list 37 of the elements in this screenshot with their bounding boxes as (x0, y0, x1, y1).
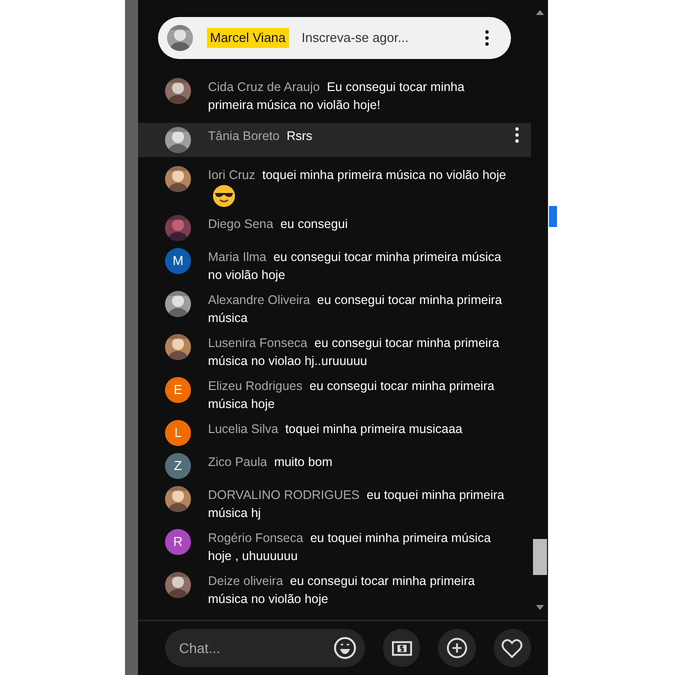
avatar: E (165, 377, 191, 403)
sunglasses-emoji-icon (212, 184, 236, 208)
avatar: L (165, 420, 191, 446)
avatar: M (165, 248, 191, 274)
chat-message: Tânia Boreto Rsrs (208, 128, 314, 145)
emoji-icon[interactable] (333, 636, 357, 660)
chat-message: Cida Cruz de Araujo Eu consegui tocar minha primeira música no violão hoje! (208, 79, 466, 114)
more-options-icon[interactable] (485, 30, 489, 46)
chat-message: Lucelia Silva toquei minha primeira musicaaa (208, 421, 464, 438)
money-icon (392, 640, 412, 656)
avatar: Z (165, 453, 191, 479)
chat-message: Alexandre Oliveira eu consegui tocar minha primeira música (208, 292, 503, 327)
chat-message: Rogério Fonseca eu toquei minha primeira música hoje , uhuuuuuu (208, 530, 492, 565)
super-chat-button[interactable] (383, 629, 420, 667)
pinned-message: Inscreva-se agor... (302, 29, 410, 48)
more-options-icon[interactable] (515, 127, 519, 143)
scroll-up-icon[interactable] (536, 10, 544, 15)
scroll-down-icon[interactable] (536, 605, 544, 610)
scrollbar-thumb[interactable] (532, 539, 546, 575)
chat-message: Elizeu Rodrigues eu consegui tocar minha primeira música hoje (208, 378, 496, 413)
avatar: R (165, 529, 191, 555)
chat-message: Diego Sena eu consegui (208, 216, 349, 233)
chat-message: Maria Ilma eu consegui tocar minha primeira música no violão hoje (208, 249, 502, 284)
like-button[interactable] (494, 629, 531, 667)
highlighted-row[interactable]: Tânia Boreto Rsrs (138, 123, 531, 157)
channel-name[interactable]: Marcel Viana (207, 28, 289, 48)
chat-message: Lusenira Fonseca eu consegui tocar minha primeira música no violao hj..uruuuuu (208, 335, 500, 370)
chat-message: Iori Cruz toquei minha primeira música no violão hoje (208, 166, 509, 208)
chat-message: Zico Paula muito bom (208, 454, 334, 471)
heart-icon (500, 636, 524, 660)
selection-marker (548, 205, 558, 228)
add-button[interactable] (438, 629, 476, 667)
pinned-banner[interactable]: Marcel Viana Inscreva-se agor... (158, 17, 511, 59)
plus-icon (446, 637, 468, 659)
chat-message: Deize oliveira eu consegui tocar minha primeira música no violão hoje (208, 573, 476, 608)
chat-input[interactable]: Chat... (165, 629, 365, 667)
chat-message: DORVALINO RODRIGUES eu toquei minha primeira música hj (208, 487, 506, 522)
